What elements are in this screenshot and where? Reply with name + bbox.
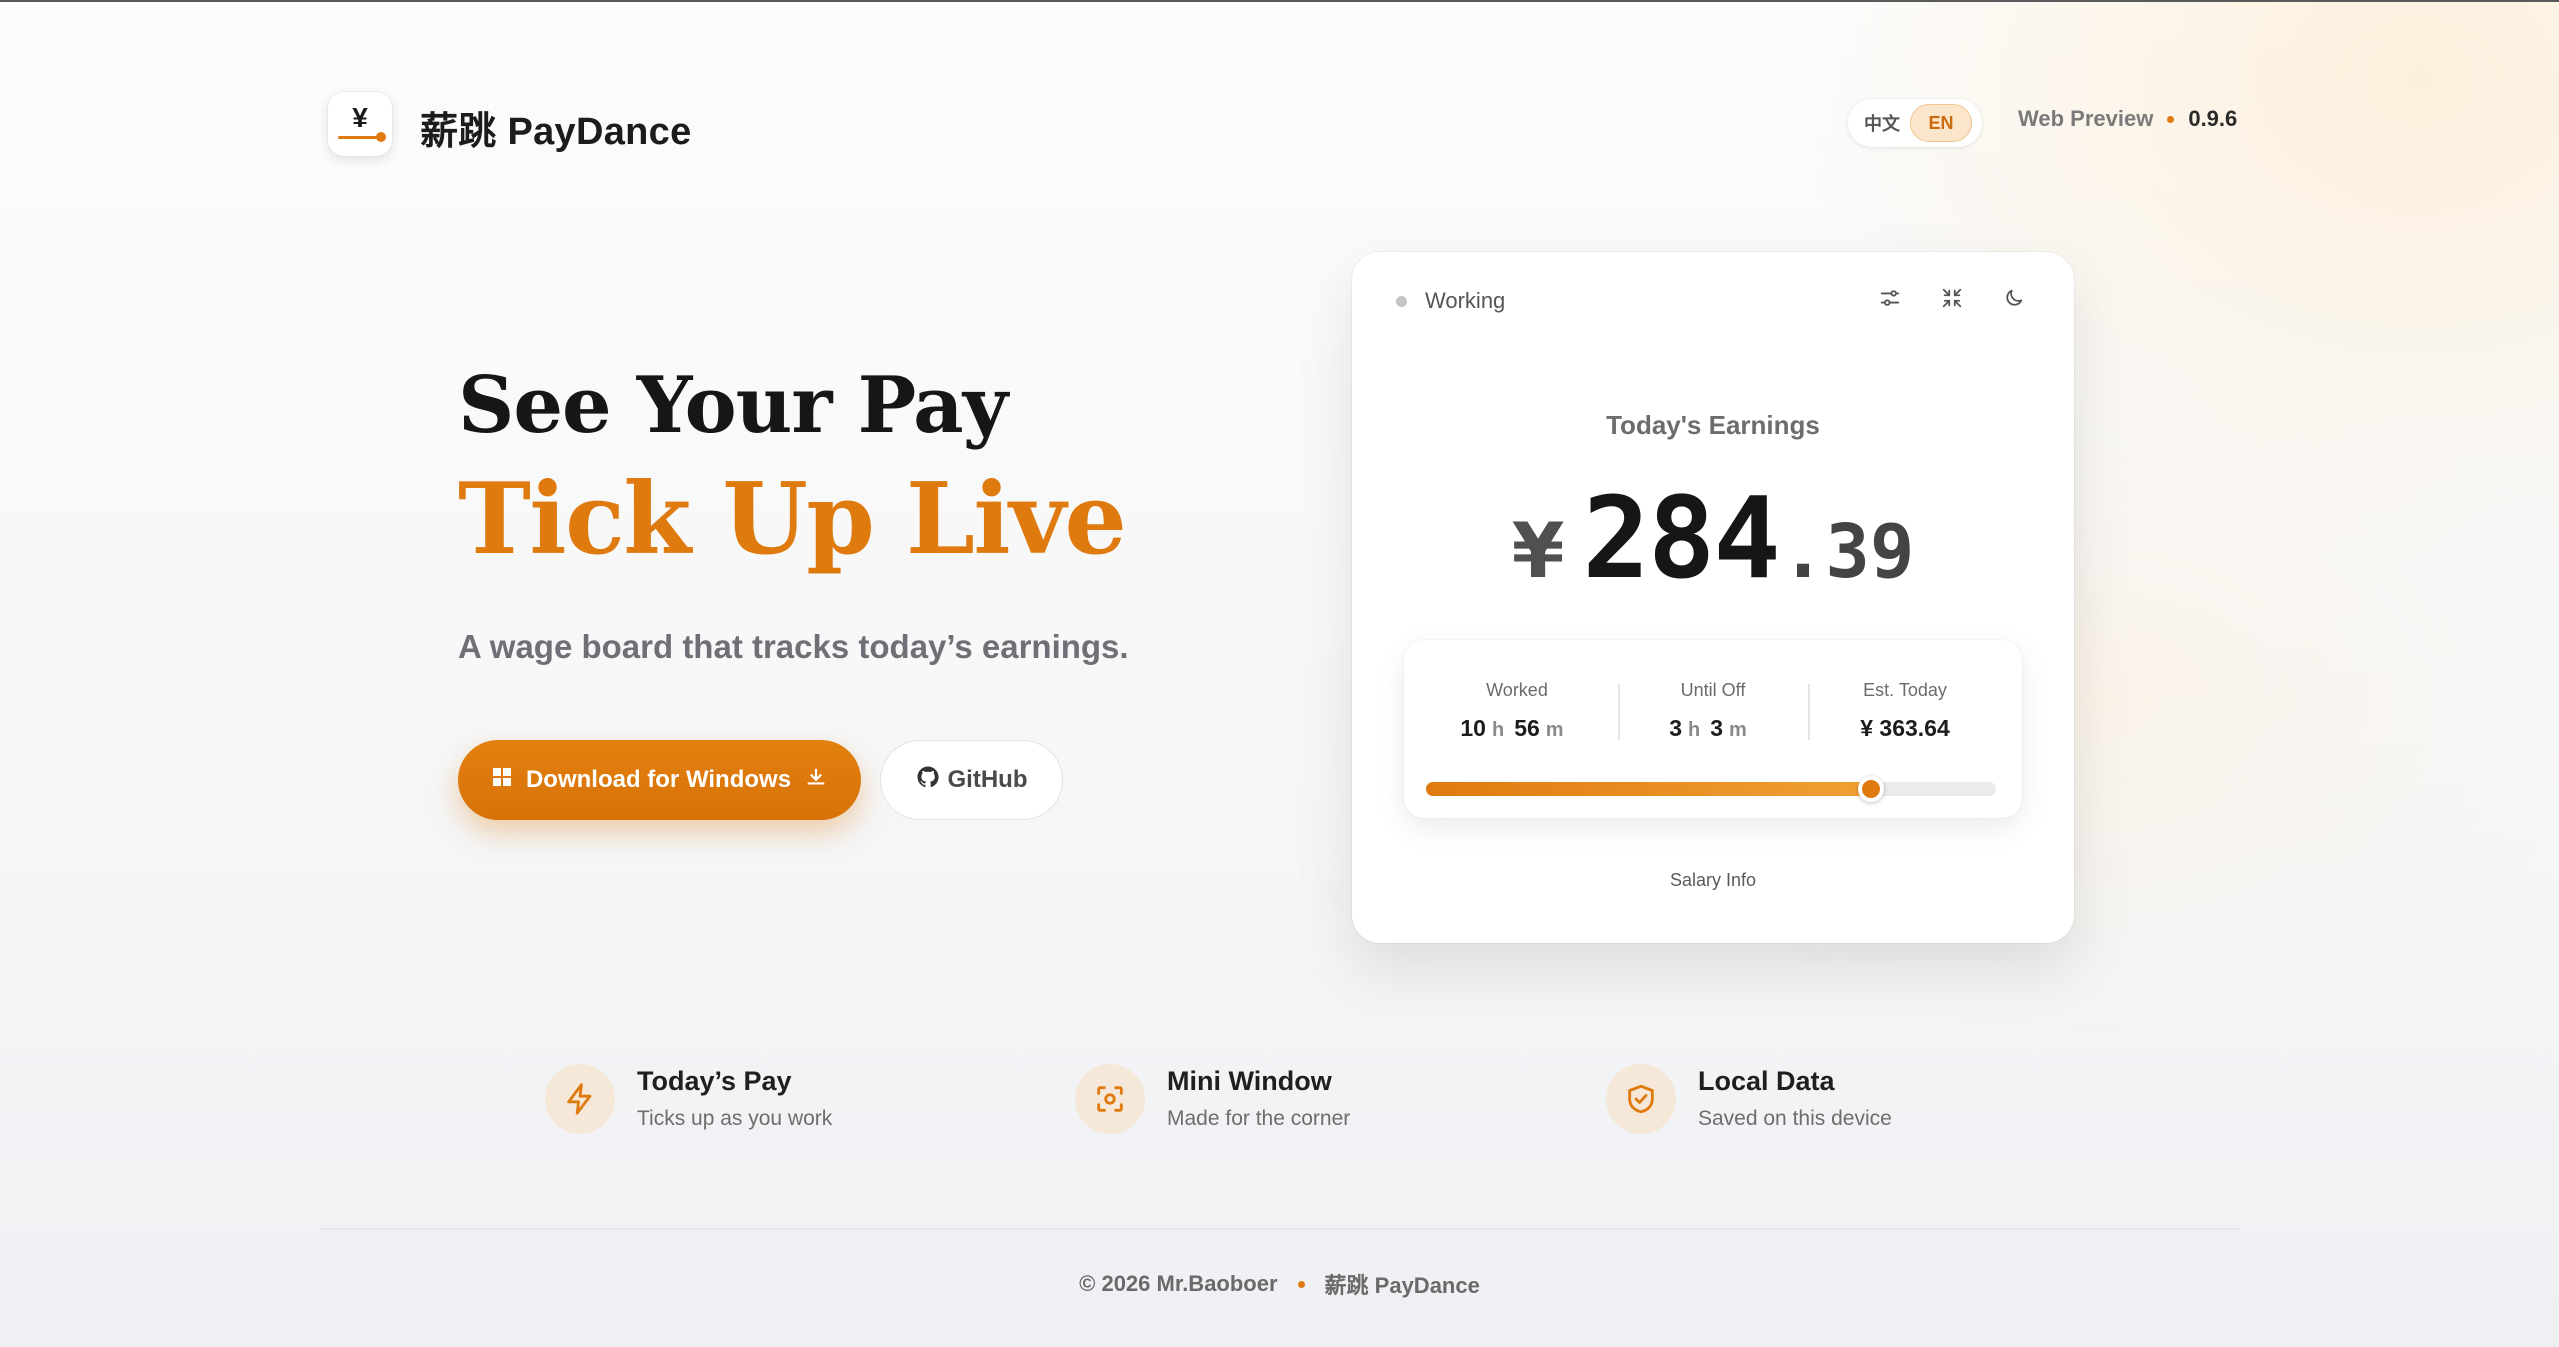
earnings-amount: ¥ 284 .39 [1352,474,2074,604]
status-dot [1396,295,1407,307]
focus-frame-icon [1075,1064,1145,1134]
web-preview-label: Web Preview [2018,106,2154,131]
status-label: Working [1425,288,1506,313]
feature-desc: Made for the corner [1167,1107,1351,1130]
windows-icon [492,766,512,794]
minimize-icon[interactable] [1940,286,1964,310]
stat-est-today-label: Est. Today [1863,680,1947,700]
feature-mini-window: Mini Window Made for the corner [1075,1064,1350,1134]
feature-desc: Saved on this device [1698,1107,1892,1130]
work-status: Working [1396,288,1505,314]
version-number: 0.9.6 [2188,106,2238,131]
amount-decimal: .39 [1780,509,1915,595]
workday-progress-bar [1426,776,1996,802]
footer-copyright: © 2026 Mr.Baoboer [1079,1271,1278,1296]
footer-divider [320,1228,2240,1230]
progress-knob[interactable] [1857,776,1884,802]
download-button-label: Download for Windows [525,766,792,793]
feature-title: Mini Window [1167,1066,1332,1096]
stat-worked-label: Worked [1486,680,1548,700]
moon-icon[interactable] [2002,286,2026,310]
stat-worked-value: 10 h 56 m [1460,715,1564,741]
earnings-title: Today's Earnings [1606,410,1820,440]
github-button-label: GitHub [947,766,1028,793]
feature-title: Today’s Pay [637,1066,792,1096]
logo-underline [338,131,386,142]
stat-until-off: Until Off 3h3m [1618,680,1808,742]
github-button[interactable]: GitHub [880,740,1063,820]
sliders-icon[interactable] [1878,286,1902,310]
feature-desc: Ticks up as you work [637,1107,833,1130]
shield-check-icon [1606,1064,1676,1134]
brand-name: 薪跳 PayDance [420,111,692,153]
lang-option-zh[interactable]: 中文 [1854,110,1910,136]
amount-integer: 284 [1582,474,1780,604]
stat-est-today: Est. Today ¥ 363.64 [1810,680,2000,742]
download-windows-button[interactable]: Download for Windows [458,740,861,820]
earnings-card: Working Today's Earnings ¥ 284 .39 Worke… [1352,252,2074,943]
lightning-icon [545,1064,615,1134]
progress-fill [1426,782,1871,796]
hero-title-line1: See Your Pay [458,360,1008,451]
lang-option-en[interactable]: EN [1910,104,1972,142]
stat-est-today-value: ¥ 363.64 [1860,715,1950,741]
download-icon [805,766,827,795]
footer-brand: 薪跳 PayDance [1324,1273,1480,1298]
stat-until-off-value: 3h3m [1669,715,1747,741]
footer: © 2026 Mr.Baoboer 薪跳 PayDance [0,1268,2559,1300]
app-logo: ¥ [328,92,392,156]
language-switch[interactable]: 中文 EN [1848,99,1982,147]
version-info: Web Preview 0.9.6 [2018,106,2237,132]
github-icon [916,765,940,796]
logo-yen-glyph: ¥ [352,101,368,133]
feature-local-data: Local Data Saved on this device [1606,1064,1892,1134]
stats-panel: Worked 10 h 56 m Until Off 3h3m Est. Today … [1404,640,2022,818]
feature-todays-pay: Today’s Pay Ticks up as you work [545,1064,832,1134]
hero-title-line2: Tick Up Live [458,462,1127,577]
stat-worked: Worked 10 h 56 m [1422,680,1612,742]
separator-dot [1297,1280,1305,1288]
salary-info-link[interactable]: Salary Info [1352,870,2074,891]
hero-subtitle: A wage board that tracks today’s earning… [458,628,1129,665]
currency-symbol: ¥ [1511,506,1565,595]
separator-dot [2167,115,2175,123]
feature-title: Local Data [1698,1066,1835,1096]
stat-until-off-label: Until Off [1680,680,1746,700]
card-toolbar [1878,286,2026,310]
